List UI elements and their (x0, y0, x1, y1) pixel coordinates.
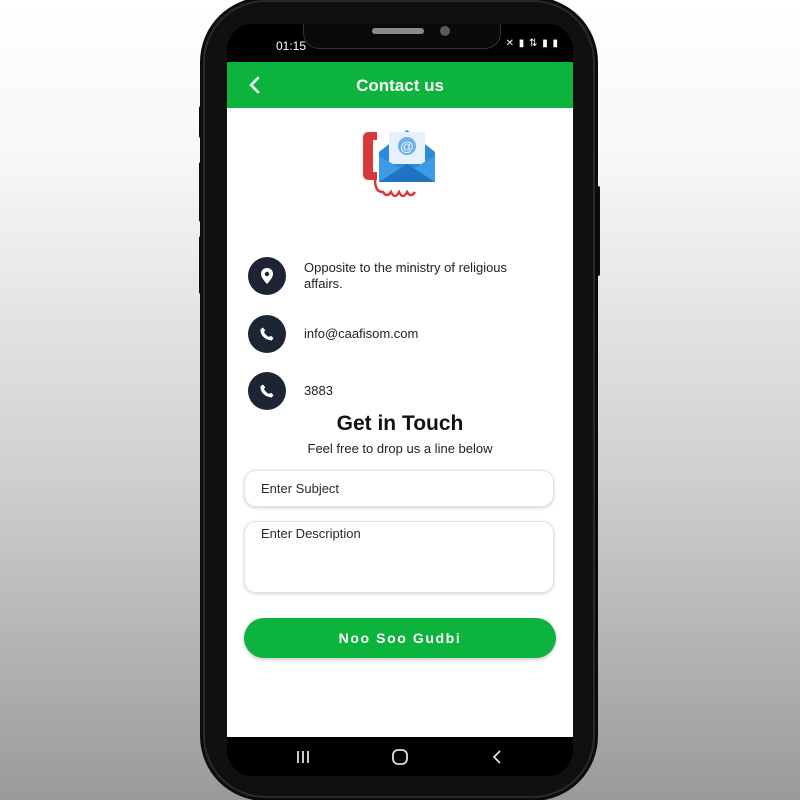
get-in-touch-subtitle: Feel free to drop us a line below (307, 441, 493, 456)
notch (303, 24, 501, 49)
home-icon[interactable] (388, 745, 412, 769)
front-camera (440, 26, 450, 36)
system-nav-bar (227, 737, 573, 776)
status-time: 01:15 (276, 39, 307, 53)
phone-icon (248, 315, 286, 353)
svg-text:@: @ (400, 138, 414, 154)
submit-button[interactable]: Noo Soo Gudbi (244, 618, 556, 658)
contact-envelope-phone-icon: @ (361, 126, 439, 206)
recents-icon[interactable] (291, 745, 315, 769)
power-button (594, 186, 600, 276)
back-icon[interactable] (486, 745, 510, 769)
status-icons: ✕ ▮ ⇅ ▮ ▮ (505, 38, 559, 49)
contact-content: @ Opposite to the ministry of religious … (227, 108, 573, 737)
app-bar: Contact us (227, 62, 573, 108)
description-input[interactable] (244, 521, 554, 593)
phone-icon (248, 372, 286, 410)
page-title: Contact us (356, 76, 444, 95)
subject-input[interactable] (244, 470, 554, 507)
contact-email-text: info@caafisom.com (304, 326, 419, 341)
contact-address-text: Opposite to the ministry of religious af… (304, 260, 508, 291)
earpiece-speaker (372, 28, 424, 34)
phone-screen: 01:15 ✕ ▮ ⇅ ▮ ▮ Contact us @ Opposite to… (227, 24, 573, 776)
location-pin-icon (248, 257, 286, 295)
get-in-touch-heading: Get in Touch (336, 412, 464, 435)
contact-phone-text: 3883 (304, 383, 333, 398)
